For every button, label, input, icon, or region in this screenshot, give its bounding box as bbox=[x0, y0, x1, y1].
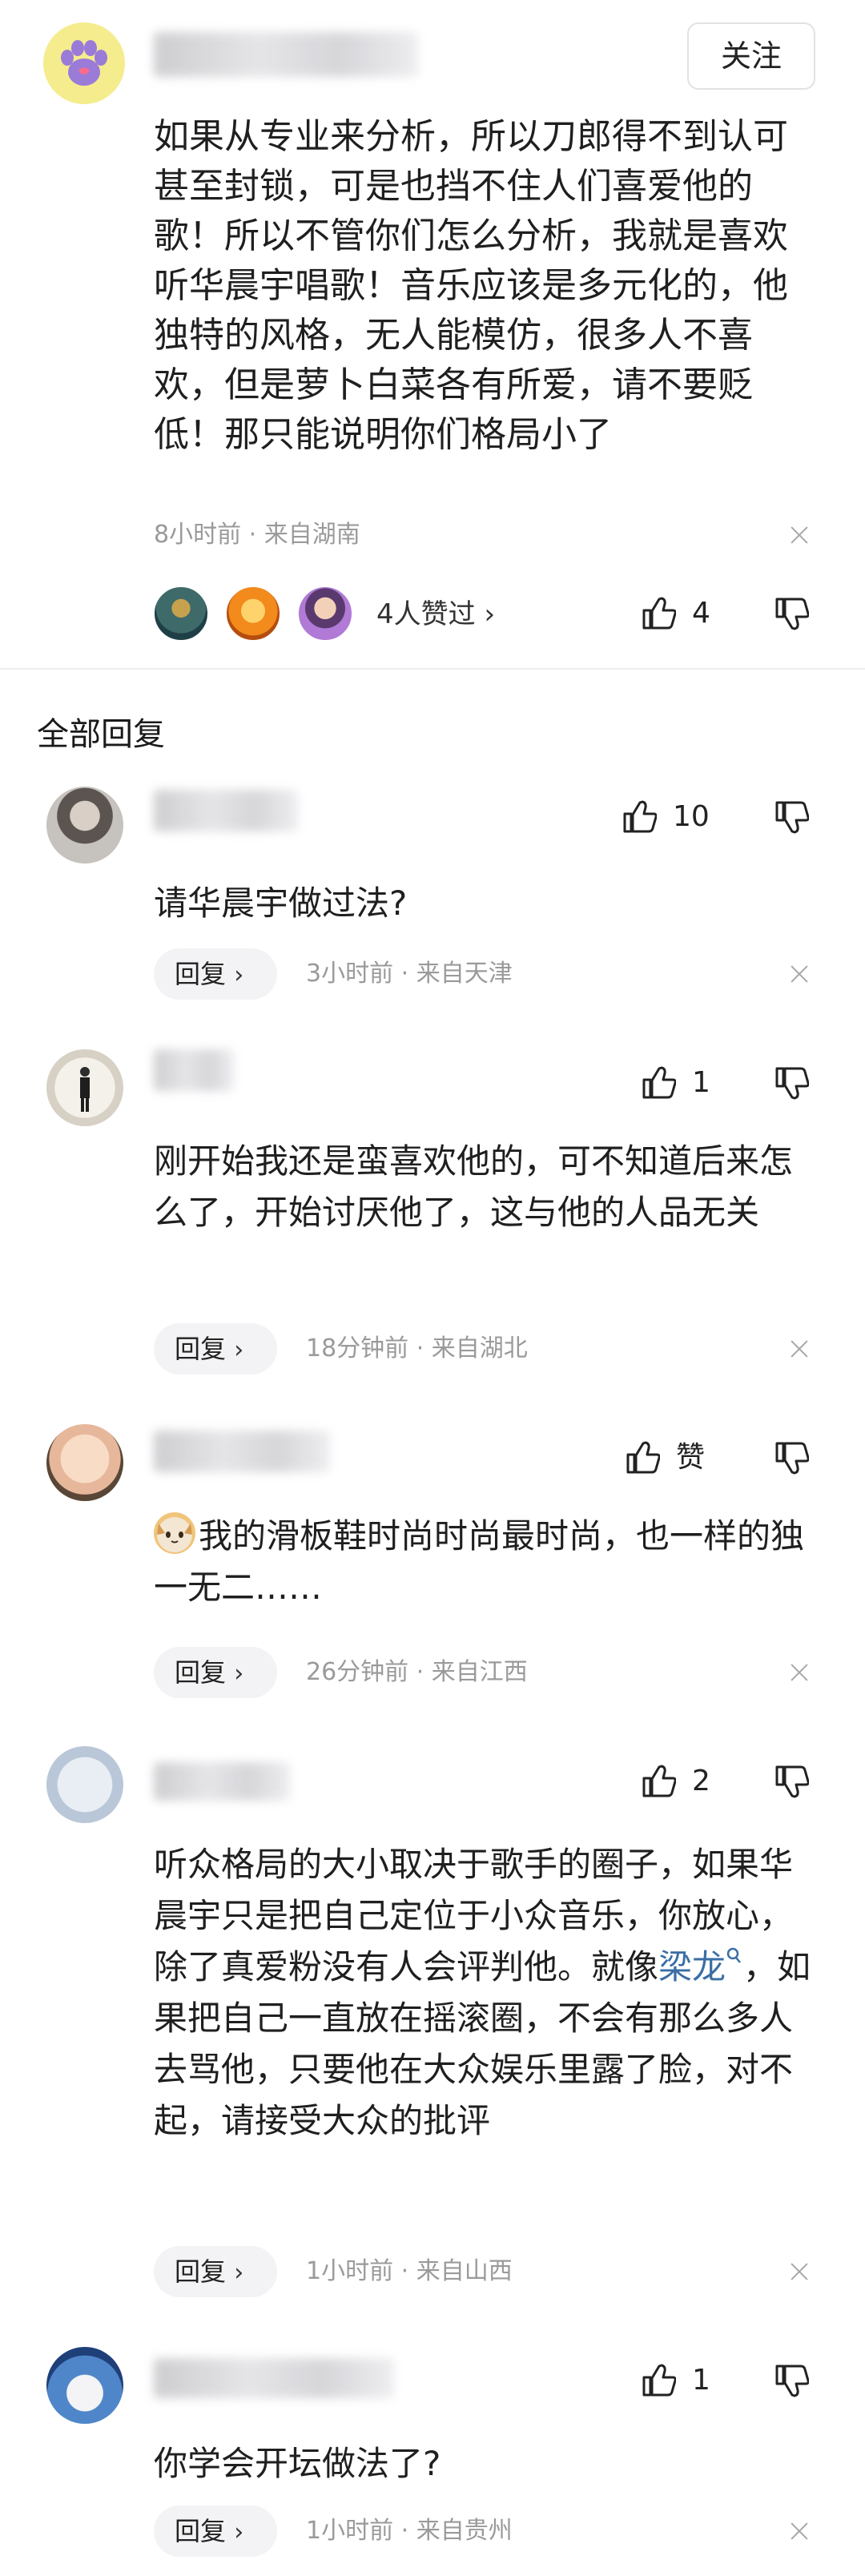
reply-button[interactable]: 回复 › bbox=[154, 1647, 277, 1698]
reply-username-blurred bbox=[154, 1431, 330, 1472]
main-comment-meta: 8小时前 · 来自湖南 bbox=[154, 521, 360, 549]
reply-button-label: 回复 bbox=[175, 1334, 227, 1364]
reply-like-count: 2 bbox=[692, 1765, 710, 1797]
paw-avatar-icon bbox=[43, 22, 125, 104]
likers-label: 4人赞过 bbox=[376, 598, 476, 630]
close-icon[interactable] bbox=[783, 1656, 815, 1688]
reply-avatar[interactable] bbox=[46, 1424, 123, 1501]
thumb-down-icon[interactable] bbox=[774, 1440, 809, 1475]
close-icon[interactable] bbox=[783, 2256, 815, 2288]
reply-meta: 18分钟前 · 来自湖北 bbox=[306, 1334, 528, 1362]
reply-text: 请华晨宇做过法? bbox=[154, 883, 408, 923]
reply-username-blurred bbox=[154, 2358, 394, 2398]
search-mini-icon[interactable] bbox=[726, 1946, 743, 1967]
thumb-up-icon[interactable] bbox=[641, 1065, 676, 1101]
reply-text-body: 我的滑板鞋时尚时尚最时尚，也一样的独一无二…… bbox=[154, 1516, 805, 1607]
reply-button[interactable]: 回复 › bbox=[154, 1323, 277, 1375]
chevron-right-icon: › bbox=[234, 2518, 244, 2546]
chevron-right-icon: › bbox=[234, 1336, 244, 1364]
likers-summary-link[interactable]: 4人赞过 › bbox=[376, 596, 495, 633]
thumb-up-icon[interactable] bbox=[641, 1764, 676, 1799]
reply-like-count: 1 bbox=[692, 2364, 710, 2397]
chevron-right-icon: › bbox=[234, 2259, 244, 2287]
reply-like-count: 10 bbox=[673, 800, 710, 833]
person-link[interactable]: 梁龙 bbox=[658, 1947, 726, 1986]
reply-text: 刚开始我还是蛮喜欢他的，可不知道后来怎么了，开始讨厌他了，这与他的人品无关 bbox=[154, 1141, 794, 1232]
thumb-up-icon[interactable] bbox=[622, 799, 657, 835]
thumb-up-icon[interactable] bbox=[641, 2363, 676, 2398]
liker-avatar-2[interactable] bbox=[224, 585, 282, 642]
reply-username-blurred bbox=[154, 790, 298, 831]
reply-meta: 3小时前 · 来自天津 bbox=[306, 960, 513, 988]
section-divider bbox=[0, 668, 865, 670]
chevron-right-icon: › bbox=[234, 961, 244, 989]
reply-avatar[interactable] bbox=[46, 2347, 123, 2424]
reply-meta: 1小时前 · 来自山西 bbox=[306, 2257, 513, 2285]
reply-username-blurred bbox=[154, 1762, 290, 1801]
close-icon[interactable] bbox=[783, 1333, 815, 1365]
reply-button-label: 回复 bbox=[175, 1657, 227, 1688]
reply-avatar[interactable] bbox=[46, 1746, 123, 1823]
all-replies-title: 全部回复 bbox=[37, 716, 165, 753]
thumb-down-icon[interactable] bbox=[774, 1065, 809, 1101]
cat-emoji-icon bbox=[154, 1512, 195, 1554]
thumb-down-icon[interactable] bbox=[774, 2363, 809, 2398]
main-comment-avatar[interactable] bbox=[43, 22, 125, 104]
reply-text: 听众格局的大小取决于歌手的圈子，如果华晨宇只是把自己定位于小众音乐，你放心，除了… bbox=[154, 1839, 819, 2147]
reply-avatar[interactable] bbox=[46, 787, 123, 863]
reply-button-label: 回复 bbox=[175, 2516, 227, 2546]
close-icon[interactable] bbox=[783, 519, 815, 551]
thumb-up-icon[interactable] bbox=[641, 596, 676, 631]
reply-button[interactable]: 回复 › bbox=[154, 2246, 277, 2297]
reply-button[interactable]: 回复 › bbox=[154, 948, 277, 1000]
follow-button[interactable]: 关注 bbox=[687, 22, 815, 90]
reply-like-count: 赞 bbox=[676, 1441, 706, 1474]
reply-text: 我的滑板鞋时尚时尚最时尚，也一样的独一无二…… bbox=[154, 1511, 819, 1613]
reply-button-label: 回复 bbox=[175, 2256, 227, 2287]
reply-username-blurred bbox=[154, 1049, 234, 1091]
close-icon[interactable] bbox=[783, 2515, 815, 2547]
thumb-up-icon[interactable] bbox=[625, 1440, 660, 1475]
reply-text: 你学会开坛做法了? bbox=[154, 2444, 441, 2483]
chevron-right-icon: › bbox=[234, 1660, 244, 1688]
reply-meta: 26分钟前 · 来自江西 bbox=[306, 1658, 528, 1686]
liker-avatar-3[interactable] bbox=[296, 585, 354, 642]
main-comment-text: 如果从专业来分析，所以刀郎得不到认可甚至封锁，可是也挡不住人们喜爱他的歌！所以不… bbox=[154, 116, 788, 455]
main-like-count: 4 bbox=[692, 597, 710, 630]
main-comment-username-blurred bbox=[154, 32, 418, 77]
reply-meta: 1小时前 · 来自贵州 bbox=[306, 2517, 513, 2545]
thumb-down-icon[interactable] bbox=[774, 1764, 809, 1799]
thumb-down-icon[interactable] bbox=[774, 596, 809, 631]
likers-chevron-icon: › bbox=[484, 598, 496, 630]
reply-like-count: 1 bbox=[692, 1066, 710, 1099]
person-figure-icon bbox=[80, 1067, 90, 1112]
close-icon[interactable] bbox=[783, 958, 815, 990]
reply-button-label: 回复 bbox=[175, 959, 227, 989]
reply-button[interactable]: 回复 › bbox=[154, 2506, 277, 2557]
liker-avatar-1[interactable] bbox=[152, 585, 210, 642]
thumb-down-icon[interactable] bbox=[774, 799, 809, 835]
